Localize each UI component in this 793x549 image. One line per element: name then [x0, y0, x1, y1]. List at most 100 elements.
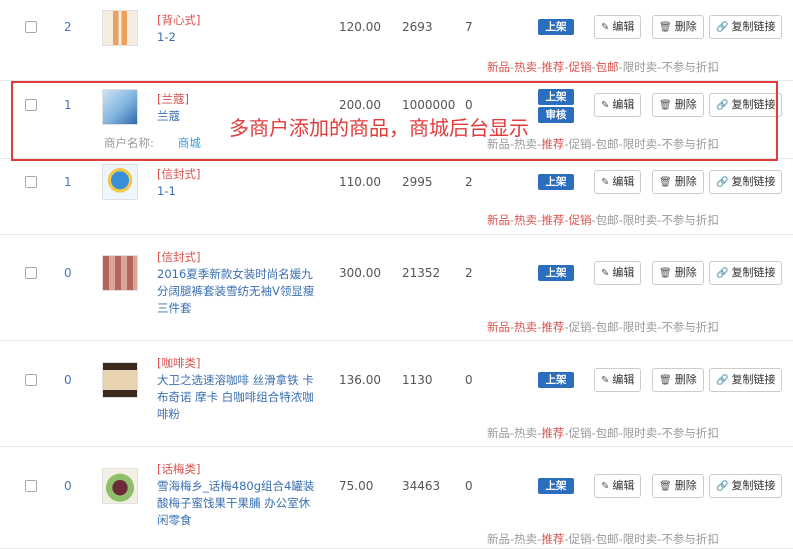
- copy-link-button[interactable]: 🔗 复制链接: [709, 368, 783, 392]
- tag-toggle[interactable]: 包邮: [596, 320, 619, 334]
- product-thumbnail[interactable]: [102, 468, 138, 504]
- copy-link-button-label: 复制链接: [731, 266, 776, 279]
- copy-link-button-label: 复制链接: [731, 479, 776, 492]
- product-name-line[interactable]: 分阔腿裤套装雪纺无袖V领显瘦: [157, 283, 314, 300]
- edit-button[interactable]: ✎ 编辑: [594, 170, 642, 194]
- tag-toggle[interactable]: 包邮: [596, 60, 619, 74]
- tag-toggle[interactable]: 限时卖: [623, 213, 658, 227]
- tag-toggle[interactable]: 促销: [568, 426, 591, 440]
- product-name-line[interactable]: 布奇诺 摩卡 白咖啡组合特浓咖: [157, 389, 314, 406]
- product-name-line[interactable]: 闲零食: [157, 512, 192, 529]
- tag-toggle[interactable]: 热卖: [514, 320, 537, 334]
- tag-toggle[interactable]: 推荐: [541, 426, 564, 440]
- row-checkbox[interactable]: [25, 176, 37, 188]
- product-name-line[interactable]: 大卫之选速溶咖啡 丝滑拿铁 卡: [157, 372, 314, 389]
- product-thumbnail[interactable]: [102, 255, 138, 291]
- shelf-status-badge[interactable]: 上架: [538, 174, 574, 190]
- trash-icon: 🗑: [659, 22, 672, 33]
- tag-toggle[interactable]: 不参与折扣: [661, 60, 719, 74]
- tag-toggle[interactable]: 不参与折扣: [661, 426, 719, 440]
- tag-toggle[interactable]: 不参与折扣: [661, 213, 719, 227]
- row-checkbox[interactable]: [25, 480, 37, 492]
- sort-order: 2: [64, 20, 72, 34]
- tag-toggle[interactable]: 不参与折扣: [661, 532, 719, 546]
- tag-toggle[interactable]: 限时卖: [623, 532, 658, 546]
- tag-toggle[interactable]: 热卖: [514, 213, 537, 227]
- product-thumbnail[interactable]: [102, 10, 138, 46]
- price: 120.00: [339, 20, 381, 34]
- row-checkbox[interactable]: [25, 21, 37, 33]
- stock: 21352: [402, 266, 441, 280]
- link-icon: 🔗: [716, 481, 729, 492]
- edit-button[interactable]: ✎ 编辑: [594, 474, 642, 498]
- product-name-line[interactable]: 2016夏季新款女装时尚名媛九: [157, 266, 313, 283]
- tag-toggle[interactable]: 促销: [568, 213, 591, 227]
- delete-button-label: 删除: [674, 266, 697, 279]
- tag-toggle[interactable]: 不参与折扣: [661, 320, 719, 334]
- tag-toggle[interactable]: 限时卖: [623, 320, 658, 334]
- tag-toggle[interactable]: 热卖: [514, 60, 537, 74]
- tag-toggle[interactable]: 包邮: [596, 532, 619, 546]
- product-category: [咖啡类]: [157, 356, 201, 370]
- tag-toggle[interactable]: 推荐: [541, 213, 564, 227]
- delete-button[interactable]: 🗑 删除: [652, 261, 704, 285]
- delete-button[interactable]: 🗑 删除: [652, 368, 704, 392]
- product-name-line[interactable]: 雪海梅乡_话梅480g组合4罐装: [157, 478, 314, 495]
- trash-icon: 🗑: [659, 481, 672, 492]
- edit-button-label: 编辑: [612, 266, 635, 279]
- copy-link-button[interactable]: 🔗 复制链接: [709, 261, 783, 285]
- tag-toggle[interactable]: 热卖: [514, 426, 537, 440]
- shelf-status-badge[interactable]: 上架: [538, 372, 574, 388]
- edit-button[interactable]: ✎ 编辑: [594, 368, 642, 392]
- tag-toggle[interactable]: 包邮: [596, 213, 619, 227]
- shelf-status-badge[interactable]: 上架: [538, 19, 574, 35]
- tag-toggle[interactable]: 限时卖: [623, 426, 658, 440]
- delete-button[interactable]: 🗑 删除: [652, 15, 704, 39]
- product-name-line[interactable]: 三件套: [157, 300, 192, 317]
- tag-toggle[interactable]: 新品: [487, 532, 510, 546]
- tag-toggle[interactable]: 热卖: [514, 532, 537, 546]
- tag-toggle[interactable]: 新品: [487, 320, 510, 334]
- table-row: 0 [咖啡类] 大卫之选速溶咖啡 丝滑拿铁 卡布奇诺 摩卡 白咖啡组合特浓咖 啡粉 13…: [0, 341, 793, 447]
- trash-icon: 🗑: [659, 268, 672, 279]
- delete-button[interactable]: 🗑 删除: [652, 170, 704, 194]
- tag-toggle[interactable]: 限时卖: [623, 60, 658, 74]
- copy-link-button[interactable]: 🔗 复制链接: [709, 170, 783, 194]
- product-name-line[interactable]: 1-1: [157, 183, 176, 200]
- row-checkbox[interactable]: [25, 267, 37, 279]
- tag-toggle[interactable]: 新品: [487, 60, 510, 74]
- tag-toggle[interactable]: 推荐: [541, 60, 564, 74]
- stock: 1130: [402, 373, 433, 387]
- edit-button[interactable]: ✎ 编辑: [594, 261, 642, 285]
- product-tags: 新品-热卖-推荐-促销-包邮-限时卖-不参与折扣: [487, 531, 719, 547]
- tag-toggle[interactable]: 包邮: [596, 426, 619, 440]
- edit-icon: ✎: [601, 177, 610, 188]
- edit-icon: ✎: [601, 268, 610, 279]
- copy-link-button[interactable]: 🔗 复制链接: [709, 474, 783, 498]
- tag-toggle[interactable]: 促销: [568, 532, 591, 546]
- tag-toggle[interactable]: 推荐: [541, 320, 564, 334]
- product-tags: 新品-热卖-推荐-促销-包邮-限时卖-不参与折扣: [487, 425, 719, 441]
- product-name-line[interactable]: 啡粉: [157, 406, 180, 423]
- tag-toggle[interactable]: 新品: [487, 426, 510, 440]
- edit-button[interactable]: ✎ 编辑: [594, 15, 642, 39]
- product-thumbnail[interactable]: [102, 362, 138, 398]
- shelf-status-badge[interactable]: 上架: [538, 265, 574, 281]
- product-name-line[interactable]: 酸梅子蜜饯果干果脯 办公室休: [157, 495, 310, 512]
- delete-button-label: 删除: [674, 479, 697, 492]
- copy-link-button[interactable]: 🔗 复制链接: [709, 15, 783, 39]
- edit-icon: ✎: [601, 22, 610, 33]
- trash-icon: 🗑: [659, 177, 672, 188]
- tag-toggle[interactable]: 促销: [568, 60, 591, 74]
- link-icon: 🔗: [716, 375, 729, 386]
- trash-icon: 🗑: [659, 375, 672, 386]
- delete-button-label: 删除: [674, 20, 697, 33]
- row-checkbox[interactable]: [25, 374, 37, 386]
- shelf-status-badge[interactable]: 上架: [538, 478, 574, 494]
- tag-toggle[interactable]: 促销: [568, 320, 591, 334]
- product-name-line[interactable]: 1-2: [157, 29, 176, 46]
- tag-toggle[interactable]: 新品: [487, 213, 510, 227]
- delete-button[interactable]: 🗑 删除: [652, 474, 704, 498]
- tag-toggle[interactable]: 推荐: [541, 532, 564, 546]
- product-thumbnail[interactable]: [102, 164, 138, 200]
